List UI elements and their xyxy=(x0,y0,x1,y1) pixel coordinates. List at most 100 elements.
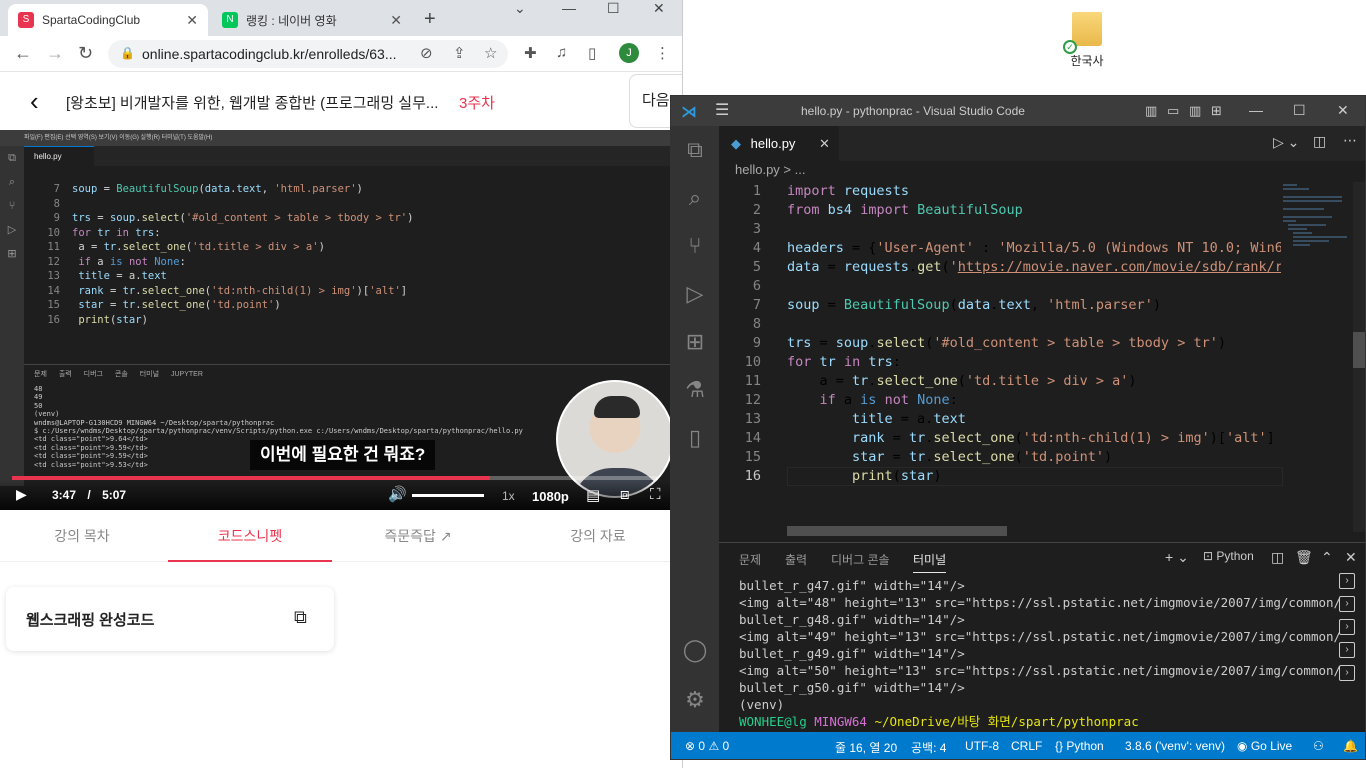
encoding[interactable]: UTF-8 xyxy=(965,739,999,753)
remote-explorer-icon[interactable]: ▯ xyxy=(671,414,719,462)
tab-qna[interactable]: 즉문즉답 ↗ xyxy=(336,512,500,562)
tab-search-icon[interactable]: ⌄ xyxy=(514,0,526,17)
toggle-panel-icon[interactable]: ▭ xyxy=(1167,103,1179,119)
close-panel-icon[interactable]: ✕ xyxy=(1345,549,1357,566)
terminal-output[interactable]: bullet_r_g47.gif" width="14"/> <img alt="… xyxy=(739,577,1341,730)
code-line[interactable]: 10 for tr in trs: xyxy=(719,353,1281,372)
kill-terminal-trash-icon[interactable]: 🗑 xyxy=(1295,549,1313,566)
feedback-icon[interactable]: ⚇ xyxy=(1313,739,1324,753)
snippet-card[interactable]: 웹스크래핑 완성코드 ⧉ xyxy=(6,587,334,651)
tab-code-snippet[interactable]: 코드스니펫 xyxy=(168,512,332,562)
code-line[interactable]: 5 data = requests.get('https://movie.nave… xyxy=(719,258,1281,277)
code-line[interactable]: 12 if a is not None: xyxy=(719,391,1281,410)
maximize-icon[interactable]: ☐ xyxy=(607,0,620,17)
address-bar[interactable]: online.spartacodingclub.kr/enrolleds/63.… xyxy=(108,40,508,68)
tab-materials[interactable]: 강의 자료 xyxy=(516,512,680,562)
problems-status[interactable]: ⊗ 0 ⚠ 0 xyxy=(685,739,729,753)
code-lines[interactable]: 1 import requests 2 from bs4 import Beautif… xyxy=(719,182,1281,486)
close-tab-icon[interactable]: ✕ xyxy=(819,126,830,161)
terminal-instance-icon[interactable]: › xyxy=(1339,573,1355,589)
language-mode[interactable]: {} Python xyxy=(1055,739,1104,753)
hamburger-menu-icon[interactable]: ☰ xyxy=(715,100,729,120)
go-live[interactable]: ◉ Go Live xyxy=(1237,739,1292,753)
terminal-instance-icon[interactable]: › xyxy=(1339,642,1355,658)
quality-setting[interactable]: 1080p xyxy=(532,489,569,504)
cursor-position[interactable]: 줄 16, 열 20 xyxy=(835,739,897,756)
terminal-profile[interactable]: ⊡ Python xyxy=(1203,549,1254,563)
indentation[interactable]: 공백: 4 xyxy=(911,739,946,756)
terminal-instance-icon[interactable]: › xyxy=(1339,665,1355,681)
source-control-icon[interactable]: ⑂ xyxy=(671,222,719,270)
python-interpreter[interactable]: 3.8.6 ('venv': venv) xyxy=(1125,739,1225,753)
code-line[interactable]: 6 xyxy=(719,277,1281,296)
volume-slider[interactable] xyxy=(412,494,484,497)
extensions-icon[interactable]: ⊞ xyxy=(671,318,719,366)
close-tab-icon[interactable]: ✕ xyxy=(390,12,402,29)
code-line[interactable]: 4 headers = {'User-Agent' : 'Mozilla/5.0 … xyxy=(719,239,1281,258)
horizontal-scrollbar[interactable] xyxy=(787,526,1007,536)
chevron-left-icon[interactable]: ‹ xyxy=(30,86,39,117)
testing-flask-icon[interactable]: ⚗ xyxy=(671,366,719,414)
search-icon[interactable]: ⌕ xyxy=(671,174,719,222)
new-terminal-icon[interactable]: + ⌄ xyxy=(1165,549,1189,566)
code-line[interactable]: 15 star = tr.select_one('td.point') xyxy=(719,448,1281,467)
fullscreen-icon[interactable]: ⛶ xyxy=(650,486,661,503)
share-icon[interactable]: ⇪ xyxy=(453,44,466,62)
profile-avatar[interactable]: J xyxy=(619,43,639,63)
more-actions-icon[interactable]: ⋯ xyxy=(1343,132,1357,149)
bookmark-star-icon[interactable]: ☆ xyxy=(484,44,497,62)
code-line[interactable]: 14 rank = tr.select_one('td:nth-child(1)… xyxy=(719,429,1281,448)
tab-toc[interactable]: 강의 목차 xyxy=(0,512,164,562)
pip-icon[interactable]: ⧈ xyxy=(620,486,630,503)
menu-kebab-icon[interactable]: ⋮ xyxy=(655,44,670,62)
code-line[interactable]: 2 from bs4 import BeautifulSoup xyxy=(719,201,1281,220)
close-window-icon[interactable]: ✕ xyxy=(1337,102,1349,119)
toggle-secondary-sidebar-icon[interactable]: ▥ xyxy=(1189,103,1201,119)
side-panel-icon[interactable]: ▯ xyxy=(588,44,596,62)
minimize-icon[interactable]: — xyxy=(562,0,576,16)
split-editor-icon[interactable]: ◫ xyxy=(1313,133,1326,150)
close-tab-icon[interactable]: ✕ xyxy=(186,12,198,29)
lock-icon[interactable]: 🔒 xyxy=(120,46,135,60)
panel-tab-terminal[interactable]: 터미널 xyxy=(913,551,947,573)
split-terminal-icon[interactable]: ◫ xyxy=(1271,549,1284,566)
settings-gear-icon[interactable]: ⚙ xyxy=(671,676,719,724)
maximize-icon[interactable]: ☐ xyxy=(1293,102,1306,119)
code-line[interactable]: 11 a = tr.select_one('td.title > div > a… xyxy=(719,372,1281,391)
volume-icon[interactable]: 🔊 xyxy=(388,485,407,503)
browser-tab-naver[interactable]: N 랭킹 : 네이버 영화 ✕ xyxy=(212,4,412,36)
eye-off-icon[interactable]: ⊘ xyxy=(420,44,433,62)
captions-icon[interactable]: ▤ xyxy=(586,486,600,504)
minimize-icon[interactable]: — xyxy=(1249,102,1263,118)
maximize-panel-icon[interactable]: ⌃ xyxy=(1321,549,1333,566)
breadcrumb[interactable]: hello.py > ... xyxy=(735,162,805,177)
forward-icon[interactable]: → xyxy=(46,43,64,64)
code-line[interactable]: 3 xyxy=(719,220,1281,239)
terminal-instance-icon[interactable]: › xyxy=(1339,619,1355,635)
reload-icon[interactable]: ↻ xyxy=(78,43,93,64)
vertical-scrollbar[interactable] xyxy=(1353,182,1365,532)
close-window-icon[interactable]: ✕ xyxy=(653,0,665,17)
panel-tab-output[interactable]: 출력 xyxy=(785,551,807,568)
new-tab-icon[interactable]: + xyxy=(424,8,436,31)
code-line[interactable]: 7 soup = BeautifulSoup(data.text, 'html.p… xyxy=(719,296,1281,315)
copy-icon[interactable]: ⧉ xyxy=(294,607,307,628)
browser-tab-sparta[interactable]: S SpartaCodingClub ✕ xyxy=(8,4,208,36)
code-line[interactable]: 9 trs = soup.select('#old_content > table… xyxy=(719,334,1281,353)
back-icon[interactable]: ← xyxy=(14,43,32,64)
panel-tab-problems[interactable]: 문제 xyxy=(739,551,761,568)
playback-speed[interactable]: 1x xyxy=(502,489,515,503)
extensions-icon[interactable]: ✚ xyxy=(524,44,537,62)
account-icon[interactable]: ◯ xyxy=(671,626,719,674)
panel-tab-debug-console[interactable]: 디버그 콘솔 xyxy=(831,551,890,568)
editor-tab-hello-py[interactable]: ◆ hello.py ✕ xyxy=(719,126,839,161)
code-line[interactable]: 8 xyxy=(719,315,1281,334)
media-icon[interactable]: ♫ xyxy=(556,44,567,61)
minimap[interactable] xyxy=(1283,182,1353,532)
desktop-folder[interactable]: ✓ 한국사 xyxy=(1055,8,1119,78)
code-editor[interactable]: 1 import requests 2 from bs4 import Beautif… xyxy=(719,182,1281,532)
terminal-instance-icon[interactable]: › xyxy=(1339,596,1355,612)
code-line[interactable]: 16 print(star) xyxy=(719,467,1281,486)
customize-layout-icon[interactable]: ⊞ xyxy=(1211,103,1222,119)
code-line[interactable]: 1 import requests xyxy=(719,182,1281,201)
